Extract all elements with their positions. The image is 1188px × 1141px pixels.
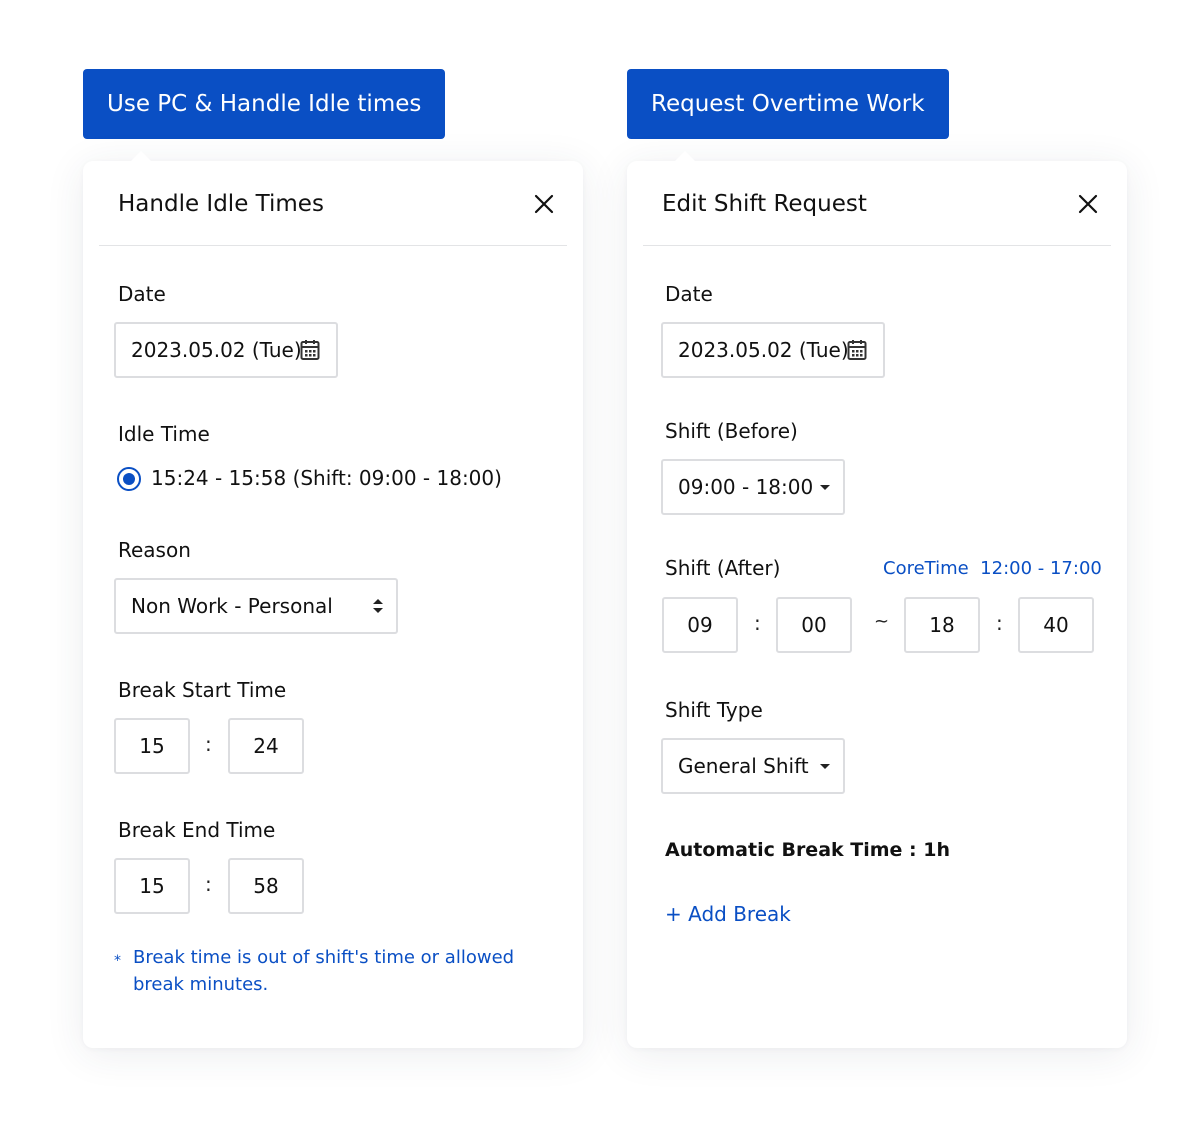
calendar-icon bbox=[847, 340, 867, 360]
idle-time-label: Idle Time bbox=[118, 422, 210, 446]
hour-value: 09 bbox=[687, 613, 713, 637]
add-break-button[interactable]: + Add Break bbox=[665, 902, 791, 926]
break-end-minute-input[interactable]: 58 bbox=[228, 858, 304, 914]
idle-times-panel: Handle Idle Times Date 2023.05.02 (Tue) … bbox=[83, 151, 583, 1048]
close-icon[interactable] bbox=[533, 193, 555, 215]
date-picker[interactable]: 2023.05.02 (Tue) bbox=[661, 322, 885, 378]
tab-use-pc-idle[interactable]: Use PC & Handle Idle times bbox=[83, 69, 446, 139]
range-separator: ~ bbox=[874, 611, 890, 632]
date-label: Date bbox=[665, 282, 713, 306]
tab-request-overtime[interactable]: Request Overtime Work bbox=[627, 69, 949, 139]
time-separator: : bbox=[205, 872, 212, 896]
panel-title: Edit Shift Request bbox=[662, 191, 867, 217]
minute-value: 58 bbox=[253, 874, 279, 898]
shift-after-start-hour-input[interactable]: 09 bbox=[662, 597, 738, 653]
hour-value: 15 bbox=[139, 874, 165, 898]
calendar-icon bbox=[300, 340, 320, 360]
coretime-value: 12:00 - 17:00 bbox=[980, 558, 1102, 579]
close-icon[interactable] bbox=[1077, 193, 1099, 215]
minute-value: 24 bbox=[253, 734, 279, 758]
chevron-down-icon bbox=[820, 485, 830, 490]
idle-time-option: 15:24 - 15:58 (Shift: 09:00 - 18:00) bbox=[151, 466, 502, 490]
shift-after-start-minute-input[interactable]: 00 bbox=[776, 597, 852, 653]
shift-after-end-minute-input[interactable]: 40 bbox=[1018, 597, 1094, 653]
shift-before-value: 09:00 - 18:00 bbox=[678, 475, 814, 499]
shift-before-label: Shift (Before) bbox=[665, 419, 798, 443]
minute-value: 40 bbox=[1043, 613, 1069, 637]
coretime-info: CoreTime 12:00 - 17:00 bbox=[883, 558, 1102, 579]
date-value: 2023.05.02 (Tue) bbox=[678, 338, 849, 362]
shift-type-select[interactable]: General Shift bbox=[661, 738, 845, 794]
break-start-hour-input[interactable]: 15 bbox=[114, 718, 190, 774]
coretime-label: CoreTime bbox=[883, 558, 969, 579]
reason-label: Reason bbox=[118, 538, 191, 562]
note-marker: * bbox=[114, 953, 121, 969]
shift-type-label: Shift Type bbox=[665, 698, 763, 722]
idle-time-radio[interactable] bbox=[117, 467, 141, 491]
date-picker[interactable]: 2023.05.02 (Tue) bbox=[114, 322, 338, 378]
hour-value: 15 bbox=[139, 734, 165, 758]
break-end-hour-input[interactable]: 15 bbox=[114, 858, 190, 914]
time-separator: : bbox=[996, 611, 1003, 635]
shift-request-panel: Edit Shift Request Date 2023.05.02 (Tue)… bbox=[627, 151, 1127, 1048]
reason-value: Non Work - Personal bbox=[131, 594, 333, 618]
reason-select[interactable]: Non Work - Personal bbox=[114, 578, 398, 634]
break-start-minute-input[interactable]: 24 bbox=[228, 718, 304, 774]
shift-before-select[interactable]: 09:00 - 18:00 bbox=[661, 459, 845, 515]
shift-after-end-hour-input[interactable]: 18 bbox=[904, 597, 980, 653]
date-value: 2023.05.02 (Tue) bbox=[131, 338, 302, 362]
shift-type-value: General Shift bbox=[678, 754, 809, 778]
hour-value: 18 bbox=[929, 613, 955, 637]
chevron-down-icon bbox=[820, 764, 830, 769]
automatic-break-info: Automatic Break Time : 1h bbox=[665, 839, 950, 861]
date-label: Date bbox=[118, 282, 166, 306]
break-end-label: Break End Time bbox=[118, 818, 276, 842]
minute-value: 00 bbox=[801, 613, 827, 637]
break-warning-note: Break time is out of shift's time or all… bbox=[133, 944, 514, 998]
note-line: break minutes. bbox=[133, 974, 269, 995]
shift-after-label: Shift (After) bbox=[665, 556, 781, 580]
time-separator: : bbox=[754, 611, 761, 635]
sort-arrows-icon bbox=[373, 599, 383, 613]
panel-header: Edit Shift Request bbox=[643, 161, 1111, 246]
panel-title: Handle Idle Times bbox=[118, 191, 324, 217]
time-separator: : bbox=[205, 732, 212, 756]
note-line: Break time is out of shift's time or all… bbox=[133, 947, 515, 968]
break-start-label: Break Start Time bbox=[118, 678, 287, 702]
panel-header: Handle Idle Times bbox=[99, 161, 567, 246]
